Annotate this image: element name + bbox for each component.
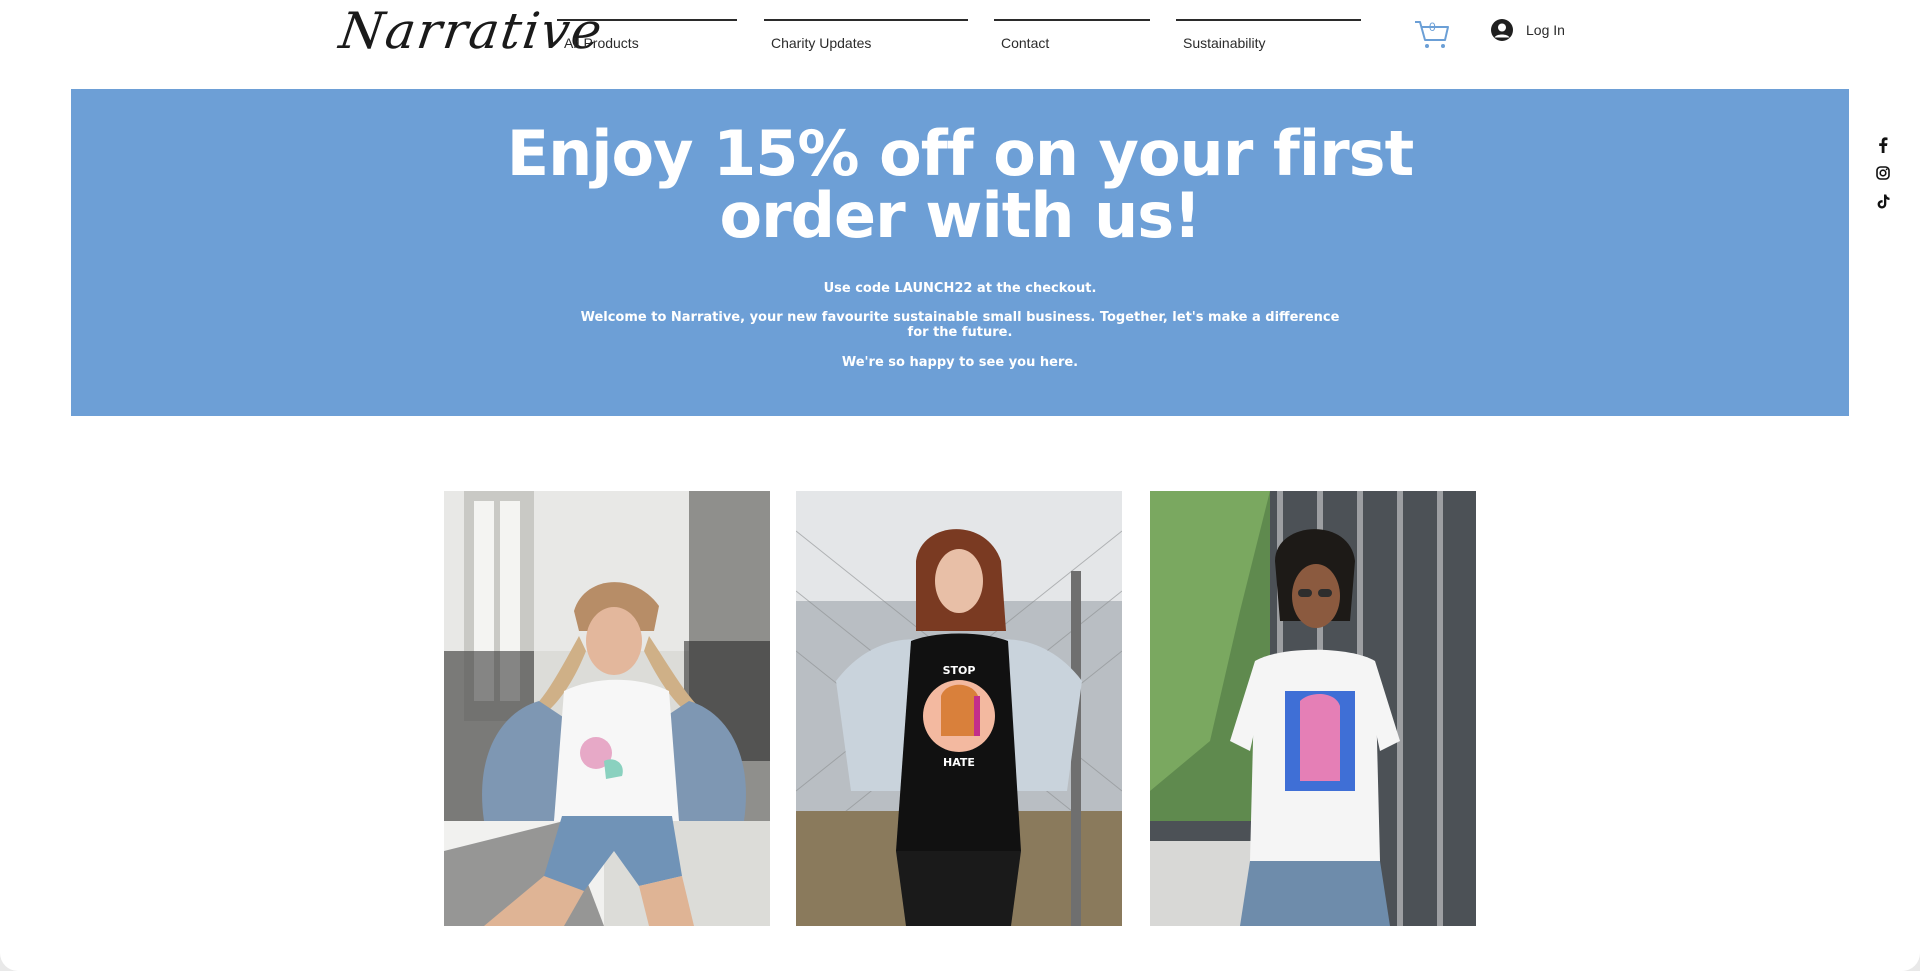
promo-banner: Enjoy 15% off on your first order with u…	[71, 89, 1849, 416]
tee-print-hate: HATE	[943, 756, 975, 769]
facebook-icon[interactable]	[1875, 136, 1891, 154]
model-stop-asian-hate-tee-photo[interactable]	[1150, 491, 1476, 926]
nav-item-charity-updates[interactable]: Charity Updates	[764, 19, 968, 53]
model-stop-hate-tee-photo[interactable]: STOP HATE	[796, 491, 1122, 926]
login-label: Log In	[1526, 22, 1565, 38]
happy-text: We're so happy to see you here.	[841, 355, 1079, 370]
login-button[interactable]: Log In	[1490, 16, 1565, 44]
tee-print-stop: STOP	[943, 664, 976, 677]
instagram-icon[interactable]	[1875, 164, 1891, 182]
banner-headline: Enjoy 15% off on your first order with u…	[71, 123, 1849, 247]
cart-count: 0	[1429, 20, 1436, 34]
nav-item-sustainability[interactable]: Sustainability	[1176, 19, 1361, 53]
banner-headline-line2: order with us!	[719, 179, 1202, 252]
model-rose-tee-photo[interactable]	[444, 491, 770, 926]
page: Narrative All Products Charity Updates C…	[0, 0, 1920, 971]
nav-item-contact[interactable]: Contact	[994, 19, 1150, 53]
nav-item-all-products[interactable]: All Products	[557, 19, 737, 53]
welcome-text: Welcome to Narrative, your new favourite…	[580, 310, 1340, 340]
social-bar	[1872, 136, 1894, 210]
tiktok-icon[interactable]	[1875, 192, 1891, 210]
user-avatar-icon	[1491, 19, 1513, 41]
promo-code-text: Use code LAUNCH22 at the checkout.	[823, 281, 1097, 296]
banner-headline-line1: Enjoy 15% off on your first	[506, 117, 1414, 190]
